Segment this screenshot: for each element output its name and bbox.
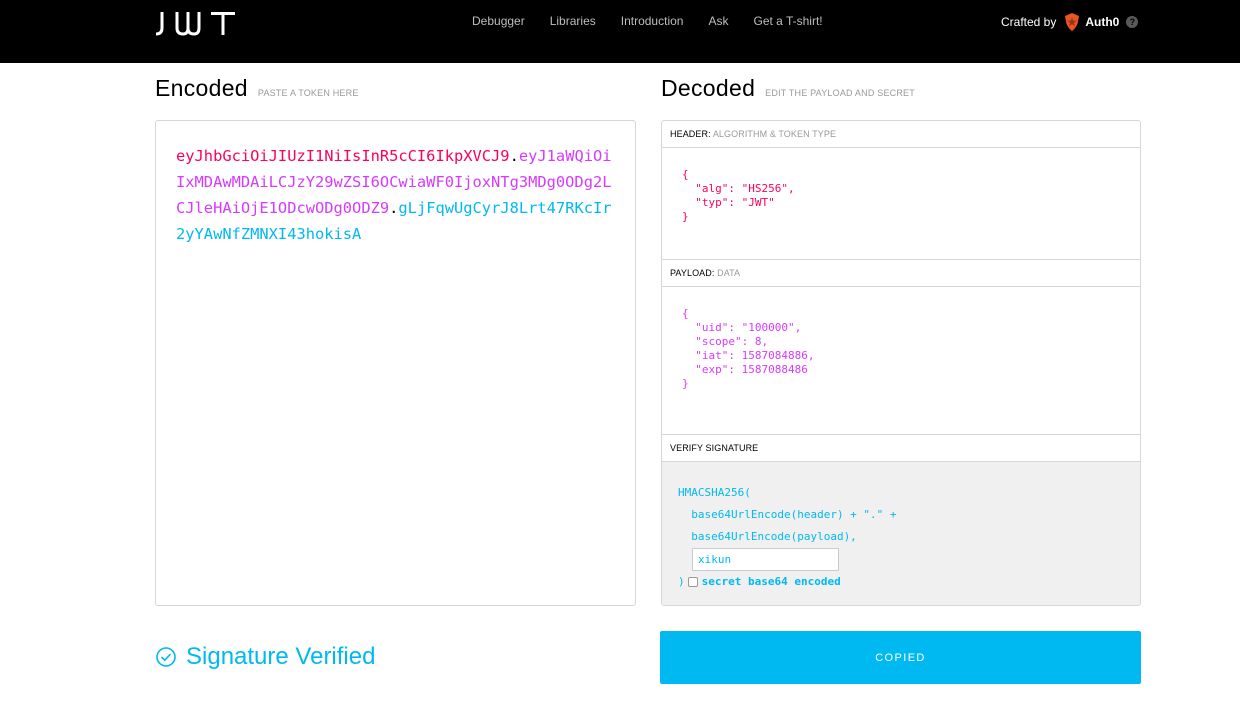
info-icon[interactable]: ? — [1126, 16, 1139, 28]
copy-token-button[interactable]: COPIED — [660, 631, 1141, 684]
verify-label: VERIFY SIGNATURE — [670, 443, 759, 453]
token-dot: . — [389, 199, 399, 217]
nav-links: Debugger Libraries Introduction Ask Get … — [472, 14, 848, 28]
nav-link-introduction[interactable]: Introduction — [621, 14, 684, 28]
jwt-logo[interactable] — [155, 6, 241, 40]
auth0-brand-name: Auth0 — [1085, 15, 1120, 29]
encoded-heading: Encoded PASTE A TOKEN HERE — [155, 75, 359, 102]
payload-json-line: { — [682, 307, 689, 320]
verify-signature-body: HMACSHA256( base64UrlEncode(header) + ".… — [662, 462, 1140, 605]
payload-json-line: } — [682, 377, 689, 390]
token-dot: . — [509, 147, 519, 165]
decoded-panel: HEADER: ALGORITHM & TOKEN TYPE { "alg": … — [661, 120, 1141, 606]
encoded-token-editor[interactable]: eyJhbGciOiJIUzI1NiIsInR5cCI6IkpXVCJ9.eyJ… — [155, 120, 636, 606]
payload-json-line: "uid": "100000", — [682, 321, 802, 334]
decoded-subtitle: EDIT THE PAYLOAD AND SECRET — [765, 88, 915, 98]
base64-label[interactable]: secret base64 encoded — [702, 575, 841, 588]
nav-link-tshirt[interactable]: Get a T-shirt! — [753, 14, 822, 28]
header-json-line: { — [682, 168, 689, 181]
payload-json-line: "exp": 1587088486 — [682, 363, 808, 376]
payload-label: PAYLOAD: — [670, 268, 715, 278]
header-json-line: } — [682, 210, 689, 223]
crafted-by-auth0[interactable]: Crafted by Auth0 ? — [1001, 12, 1139, 32]
nav-link-ask[interactable]: Ask — [708, 14, 728, 28]
decoded-title: Decoded — [661, 75, 756, 101]
payload-sublabel: DATA — [717, 268, 741, 278]
nav-link-libraries[interactable]: Libraries — [550, 14, 596, 28]
header-section-label: HEADER: ALGORITHM & TOKEN TYPE — [662, 121, 1140, 148]
sig-function-name: HMACSHA256( — [678, 486, 751, 499]
secret-input[interactable] — [692, 548, 839, 571]
top-navbar: Debugger Libraries Introduction Ask Get … — [0, 0, 1240, 63]
verify-section-label: VERIFY SIGNATURE — [662, 435, 1140, 462]
header-json-editor[interactable]: { "alg": "HS256", "typ": "JWT" } — [662, 148, 1140, 260]
header-json-line: "alg": "HS256", — [682, 182, 795, 195]
token-header-part: eyJhbGciOiJIUzI1NiIsInR5cCI6IkpXVCJ9 — [176, 147, 510, 165]
check-circle-icon — [156, 647, 176, 667]
header-json-line: "typ": "JWT" — [682, 196, 775, 209]
crafted-by-label: Crafted by — [1001, 15, 1057, 29]
decoded-heading: Decoded EDIT THE PAYLOAD AND SECRET — [661, 75, 915, 102]
sig-header-expr: base64UrlEncode(header) + "." + — [678, 508, 897, 521]
signature-status: Signature Verified — [155, 643, 375, 671]
encoded-token-text[interactable]: eyJhbGciOiJIUzI1NiIsInR5cCI6IkpXVCJ9.eyJ… — [176, 143, 615, 247]
payload-json-line: "scope": 8, — [682, 335, 769, 348]
encoded-subtitle: PASTE A TOKEN HERE — [257, 88, 359, 98]
sig-close-paren: ) — [678, 575, 685, 588]
header-label: HEADER: — [670, 129, 711, 139]
payload-json-editor[interactable]: { "uid": "100000", "scope": 8, "iat": 15… — [662, 287, 1140, 435]
payload-section-label: PAYLOAD: DATA — [662, 260, 1140, 287]
signature-verified-text: Signature Verified — [186, 643, 376, 670]
payload-json-line: "iat": 1587084886, — [682, 349, 815, 362]
auth0-shield-icon — [1065, 13, 1080, 31]
sig-payload-expr: base64UrlEncode(payload), — [678, 530, 857, 543]
base64-checkbox[interactable] — [687, 577, 698, 587]
nav-link-debugger[interactable]: Debugger — [472, 14, 525, 28]
encoded-title: Encoded — [155, 75, 248, 101]
header-sublabel: ALGORITHM & TOKEN TYPE — [712, 129, 837, 139]
